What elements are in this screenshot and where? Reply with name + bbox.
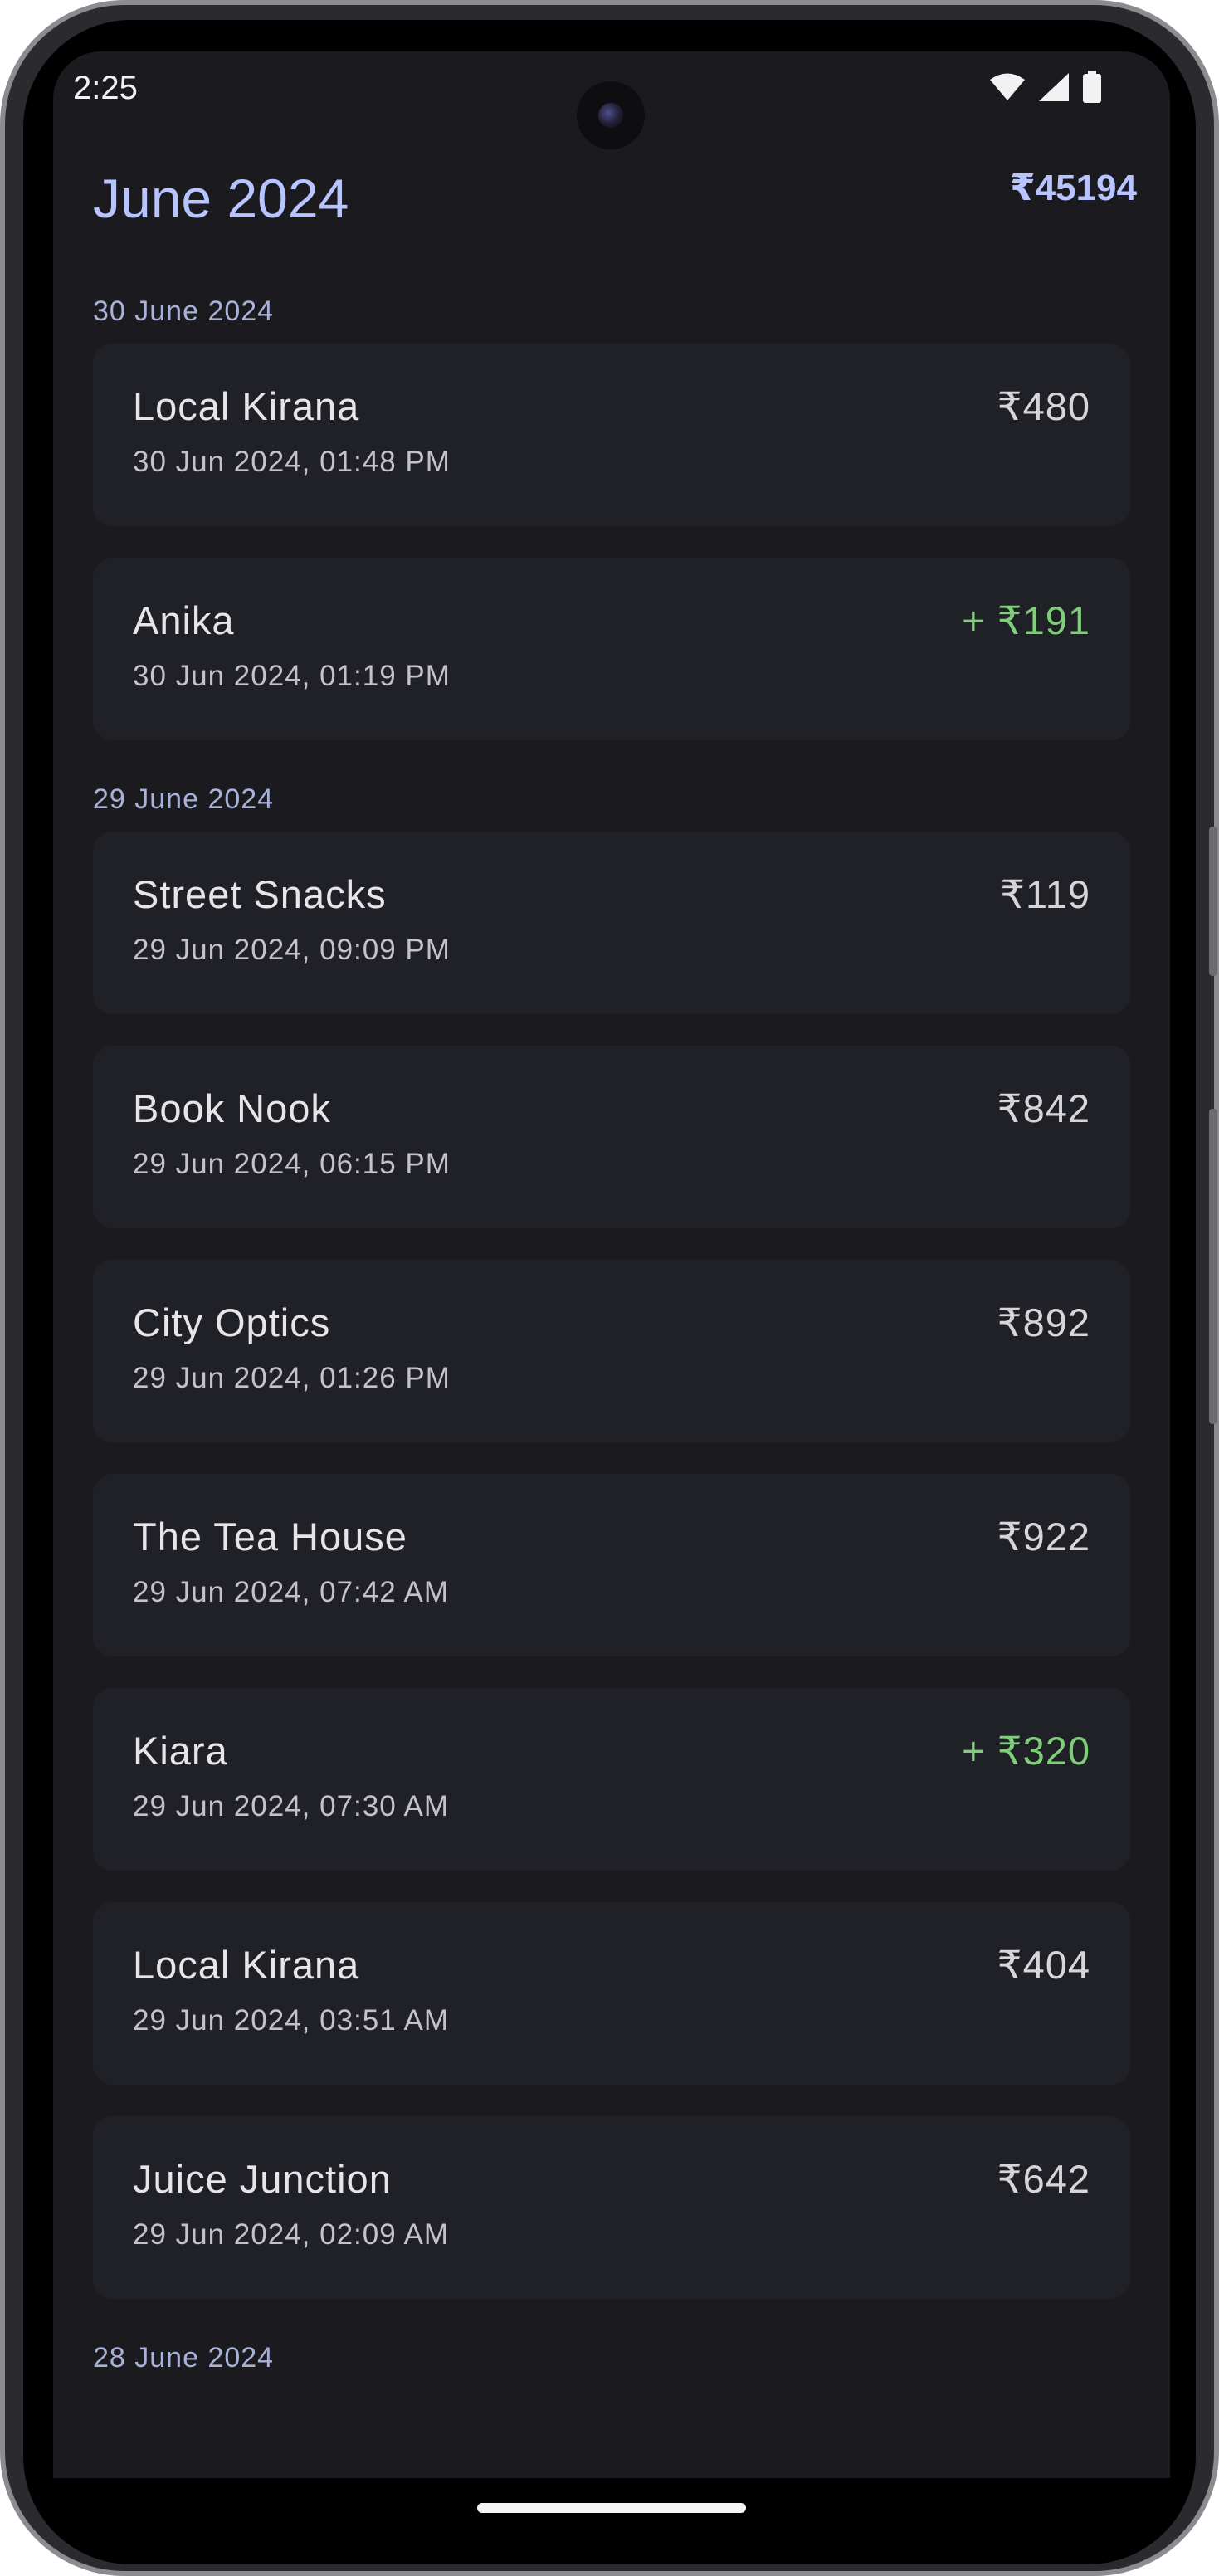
merchant-name: Street Snacks — [133, 872, 387, 916]
merchant-name: The Tea House — [133, 1515, 407, 1559]
merchant-name: Juice Junction — [133, 2157, 392, 2201]
power-button — [1209, 1109, 1217, 1424]
transaction-card[interactable]: Street Snacks 29 Jun 2024, 09:09 PM ₹119 — [93, 832, 1130, 1014]
transaction-timestamp: 29 Jun 2024, 07:30 AM — [133, 1790, 449, 1822]
transaction-timestamp: 30 Jun 2024, 01:48 PM — [133, 446, 451, 478]
cellular-signal-icon — [1039, 73, 1069, 101]
app-screen: 2:25 June 2024 ₹45194 30 June 2024 Local … — [53, 51, 1170, 2478]
transaction-card[interactable]: City Optics 29 Jun 2024, 01:26 PM ₹892 — [93, 1260, 1130, 1442]
merchant-name: Kiara — [133, 1729, 228, 1773]
transaction-timestamp: 29 Jun 2024, 09:09 PM — [133, 934, 451, 966]
wifi-icon — [990, 73, 1025, 100]
page-title: June 2024 — [93, 168, 349, 229]
transaction-timestamp: 29 Jun 2024, 02:09 AM — [133, 2218, 449, 2251]
credit-amount: + ₹320 — [962, 1729, 1090, 1773]
battery-icon — [1083, 71, 1101, 103]
merchant-name: Local Kirana — [133, 1943, 360, 1987]
transaction-card[interactable]: Local Kirana 30 Jun 2024, 01:48 PM ₹480 — [93, 344, 1130, 526]
home-indicator[interactable] — [477, 2503, 746, 2513]
credit-amount: + ₹191 — [962, 598, 1090, 642]
transaction-card[interactable]: Juice Junction 29 Jun 2024, 02:09 AM ₹642 — [93, 2116, 1130, 2299]
transaction-card[interactable]: Book Nook 29 Jun 2024, 06:15 PM ₹842 — [93, 1046, 1130, 1228]
transaction-card[interactable]: Anika 30 Jun 2024, 01:19 PM + ₹191 — [93, 558, 1130, 740]
date-header: 30 June 2024 — [93, 295, 275, 327]
month-total: ₹45194 — [1010, 168, 1137, 208]
volume-button — [1209, 827, 1217, 976]
status-icons — [989, 66, 1102, 108]
merchant-name: Anika — [133, 598, 235, 642]
transaction-timestamp: 29 Jun 2024, 01:26 PM — [133, 1362, 451, 1394]
front-camera — [577, 81, 645, 149]
debit-amount: ₹922 — [997, 1515, 1090, 1559]
debit-amount: ₹842 — [997, 1086, 1090, 1130]
date-header: 28 June 2024 — [93, 2342, 275, 2374]
transaction-card[interactable]: The Tea House 29 Jun 2024, 07:42 AM ₹922 — [93, 1474, 1130, 1656]
debit-amount: ₹892 — [997, 1300, 1090, 1344]
merchant-name: City Optics — [133, 1300, 331, 1344]
phone-frame: 2:25 June 2024 ₹45194 30 June 2024 Local … — [0, 0, 1219, 2576]
merchant-name: Local Kirana — [133, 384, 360, 428]
transaction-timestamp: 29 Jun 2024, 03:51 AM — [133, 2004, 449, 2037]
debit-amount: ₹119 — [1000, 872, 1090, 916]
transaction-card[interactable]: Local Kirana 29 Jun 2024, 03:51 AM ₹404 — [93, 1902, 1130, 2085]
transaction-timestamp: 30 Jun 2024, 01:19 PM — [133, 660, 451, 692]
debit-amount: ₹404 — [997, 1943, 1090, 1987]
status-time: 2:25 — [73, 70, 138, 106]
transaction-card[interactable]: Kiara 29 Jun 2024, 07:30 AM + ₹320 — [93, 1688, 1130, 1871]
transaction-timestamp: 29 Jun 2024, 06:15 PM — [133, 1148, 451, 1180]
date-header: 29 June 2024 — [93, 783, 275, 815]
transaction-timestamp: 29 Jun 2024, 07:42 AM — [133, 1576, 449, 1608]
debit-amount: ₹480 — [997, 384, 1090, 428]
merchant-name: Book Nook — [133, 1086, 331, 1130]
debit-amount: ₹642 — [997, 2157, 1090, 2201]
